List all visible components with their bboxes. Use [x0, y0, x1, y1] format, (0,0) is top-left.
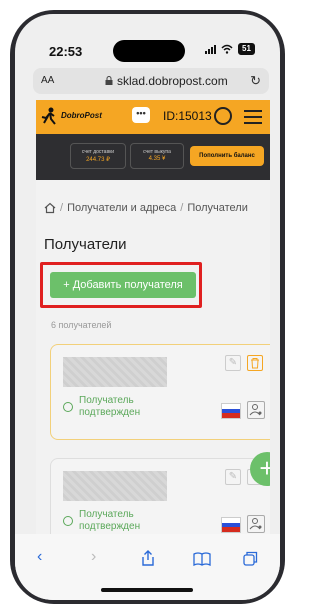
verified-status: Получатель подтвержден [63, 509, 169, 533]
add-recipient-button[interactable]: + Добавить получателя [50, 272, 196, 298]
breadcrumb-recipients: Получатели [187, 202, 248, 214]
share-icon[interactable] [141, 550, 155, 566]
url-text[interactable]: sklad.dobropost.com [117, 74, 228, 88]
battery-icon: 51 [238, 43, 255, 55]
hamburger-menu-icon[interactable] [244, 110, 262, 124]
user-id: ID:15013 [163, 109, 212, 123]
recipient-count: 6 получателей [51, 320, 112, 330]
address-bar[interactable]: AA sklad.dobropost.com ↻ [33, 68, 269, 94]
status-icons: 51 [205, 43, 255, 55]
redacted-recipient-info [63, 471, 167, 501]
russia-flag-icon [221, 517, 241, 533]
tabs-icon[interactable] [243, 551, 258, 566]
user-profile-icon[interactable] [214, 107, 232, 125]
home-icon[interactable] [44, 202, 56, 214]
person-settings-icon[interactable] [247, 401, 265, 419]
page-title: Получатели [44, 236, 127, 253]
check-circle-icon [63, 402, 73, 412]
redacted-recipient-info [63, 357, 167, 387]
trash-icon[interactable] [247, 355, 263, 371]
web-page: DobroPost ••• ID:15013 счет доставки 244… [36, 100, 270, 560]
topup-balance-button[interactable]: Пополнить баланс [190, 146, 264, 166]
verified-status: Получатель подтвержден [63, 395, 169, 419]
edit-icon[interactable]: ✎ [225, 355, 241, 371]
account-panel: счет доставки 244.73 ₽ счет выкупа 4.35 … [36, 134, 270, 180]
person-settings-icon[interactable] [247, 515, 265, 533]
runner-logo-icon [41, 107, 56, 125]
status-time: 22:53 [49, 44, 83, 59]
recipient-card[interactable]: ✎ Получатель подтвержден [50, 344, 270, 440]
browser-toolbar: ‹ › [15, 534, 280, 600]
breadcrumb-recipients-addresses[interactable]: Получатели и адреса [67, 202, 176, 214]
dynamic-island [113, 40, 185, 62]
back-icon[interactable]: ‹ [37, 548, 42, 566]
edit-icon[interactable]: ✎ [225, 469, 241, 485]
site-header: DobroPost ••• ID:15013 [36, 100, 270, 134]
delivery-account: счет доставки 244.73 ₽ [70, 143, 126, 169]
text-size-button[interactable]: AA [41, 75, 54, 86]
russia-flag-icon [221, 403, 241, 419]
reload-icon[interactable]: ↻ [250, 73, 261, 89]
breadcrumb: / Получатели и адреса / Получатели [44, 200, 270, 216]
chat-icon[interactable]: ••• [132, 107, 150, 123]
status-bar: 22:53 51 [15, 14, 280, 62]
forward-icon[interactable]: › [91, 548, 96, 566]
wifi-icon [221, 44, 233, 54]
check-circle-icon [63, 516, 73, 526]
bookmarks-icon[interactable] [193, 552, 211, 566]
dobropost-logo[interactable]: DobroPost [41, 107, 121, 127]
signal-icon [205, 44, 216, 54]
screen: 22:53 51 AA sklad.dobropost.com ↻ DobroP… [15, 14, 280, 600]
buyout-account: счет выкупа 4.35 ¥ [130, 143, 184, 169]
home-indicator [101, 588, 193, 592]
lock-icon [105, 76, 113, 85]
